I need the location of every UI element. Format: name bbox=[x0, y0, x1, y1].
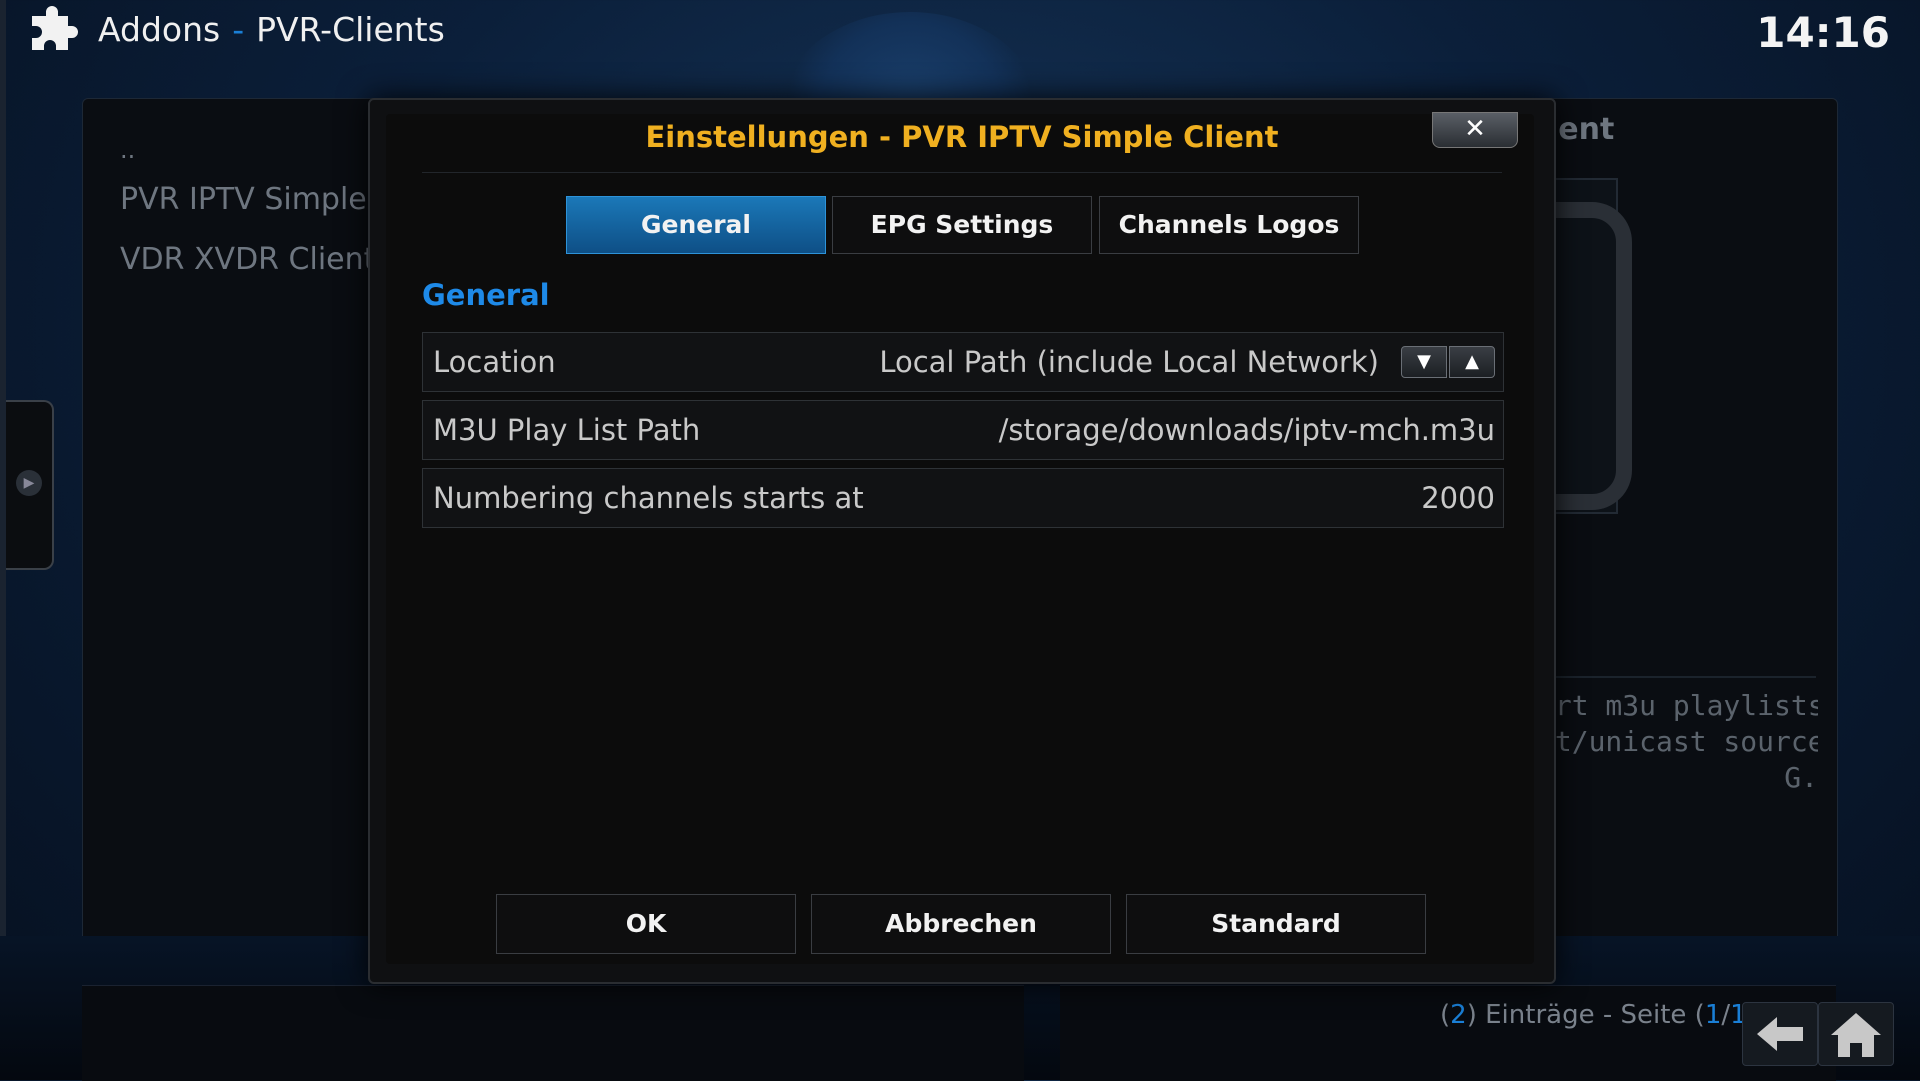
spinner-up-button[interactable]: ▲ bbox=[1449, 346, 1495, 378]
addon-thumbnail-frame bbox=[1490, 178, 1632, 514]
addon-description: ort m3u playlists, st/unicast sources, G… bbox=[1538, 688, 1818, 796]
cancel-button[interactable]: Abbrechen bbox=[811, 894, 1111, 954]
breadcrumb: Addons - PVR-Clients bbox=[98, 10, 445, 49]
setting-m3u-path[interactable]: M3U Play List Path /storage/downloads/ip… bbox=[422, 400, 1504, 460]
breadcrumb-separator: - bbox=[232, 10, 245, 49]
tab-channels-logos[interactable]: Channels Logos bbox=[1099, 196, 1359, 254]
description-line: ort m3u playlists, bbox=[1538, 689, 1818, 722]
list-item[interactable]: PVR IPTV Simple Client bbox=[120, 170, 400, 230]
bottom-left-panel bbox=[82, 985, 1024, 1081]
addons-puzzle-icon bbox=[32, 6, 78, 50]
top-header: Addons - PVR-Clients 14:16 bbox=[0, 0, 1920, 64]
setting-label: Location bbox=[433, 345, 556, 379]
breadcrumb-page: PVR-Clients bbox=[256, 10, 445, 49]
back-arrow-icon bbox=[1757, 1017, 1803, 1051]
home-icon bbox=[1831, 1013, 1881, 1057]
detail-divider bbox=[1550, 676, 1816, 678]
setting-label: Numbering channels starts at bbox=[433, 481, 864, 515]
setting-location[interactable]: Location Local Path (include Local Netwo… bbox=[422, 332, 1504, 392]
addon-detail-title: ient bbox=[1548, 112, 1615, 147]
breadcrumb-section: Addons bbox=[98, 10, 221, 49]
addon-list: .. PVR IPTV Simple Client VDR XVDR Clien… bbox=[120, 130, 400, 290]
dialog-title: Einstellungen - PVR IPTV Simple Client bbox=[645, 120, 1279, 154]
description-line: G. bbox=[1784, 761, 1818, 794]
tab-epg-settings[interactable]: EPG Settings bbox=[832, 196, 1092, 254]
default-button[interactable]: Standard bbox=[1126, 894, 1426, 954]
settings-dialog: Einstellungen - PVR IPTV Simple Client ✕… bbox=[368, 98, 1556, 984]
setting-channel-start[interactable]: Numbering channels starts at 2000 bbox=[422, 468, 1504, 528]
close-button[interactable]: ✕ bbox=[1432, 112, 1518, 148]
setting-value: 2000 bbox=[1421, 481, 1495, 515]
page-info: (2) Einträge - Seite (1/1) bbox=[1440, 1000, 1757, 1030]
ok-button[interactable]: OK bbox=[496, 894, 796, 954]
chevron-right-icon: ▶ bbox=[16, 470, 42, 496]
clock: 14:16 bbox=[1756, 8, 1890, 57]
home-button[interactable] bbox=[1818, 1002, 1894, 1066]
entry-count: 2 bbox=[1450, 1000, 1467, 1030]
side-menu-handle[interactable]: ▶ bbox=[6, 400, 54, 570]
setting-value: /storage/downloads/iptv-mch.m3u bbox=[998, 413, 1495, 447]
back-button[interactable] bbox=[1742, 1002, 1818, 1066]
spinner-down-button[interactable]: ▼ bbox=[1401, 346, 1447, 378]
section-heading: General bbox=[422, 278, 550, 312]
list-item[interactable]: VDR XVDR Client bbox=[120, 230, 400, 290]
entries-label: Einträge - Seite bbox=[1485, 1000, 1687, 1030]
description-line: st/unicast sources, bbox=[1538, 725, 1818, 758]
tab-general[interactable]: General bbox=[566, 196, 826, 254]
setting-value: Local Path (include Local Network) bbox=[879, 345, 1379, 379]
list-item-parent[interactable]: .. bbox=[120, 130, 400, 170]
setting-label: M3U Play List Path bbox=[433, 413, 701, 447]
title-divider bbox=[422, 172, 1502, 173]
page-current: 1 bbox=[1704, 1000, 1722, 1030]
